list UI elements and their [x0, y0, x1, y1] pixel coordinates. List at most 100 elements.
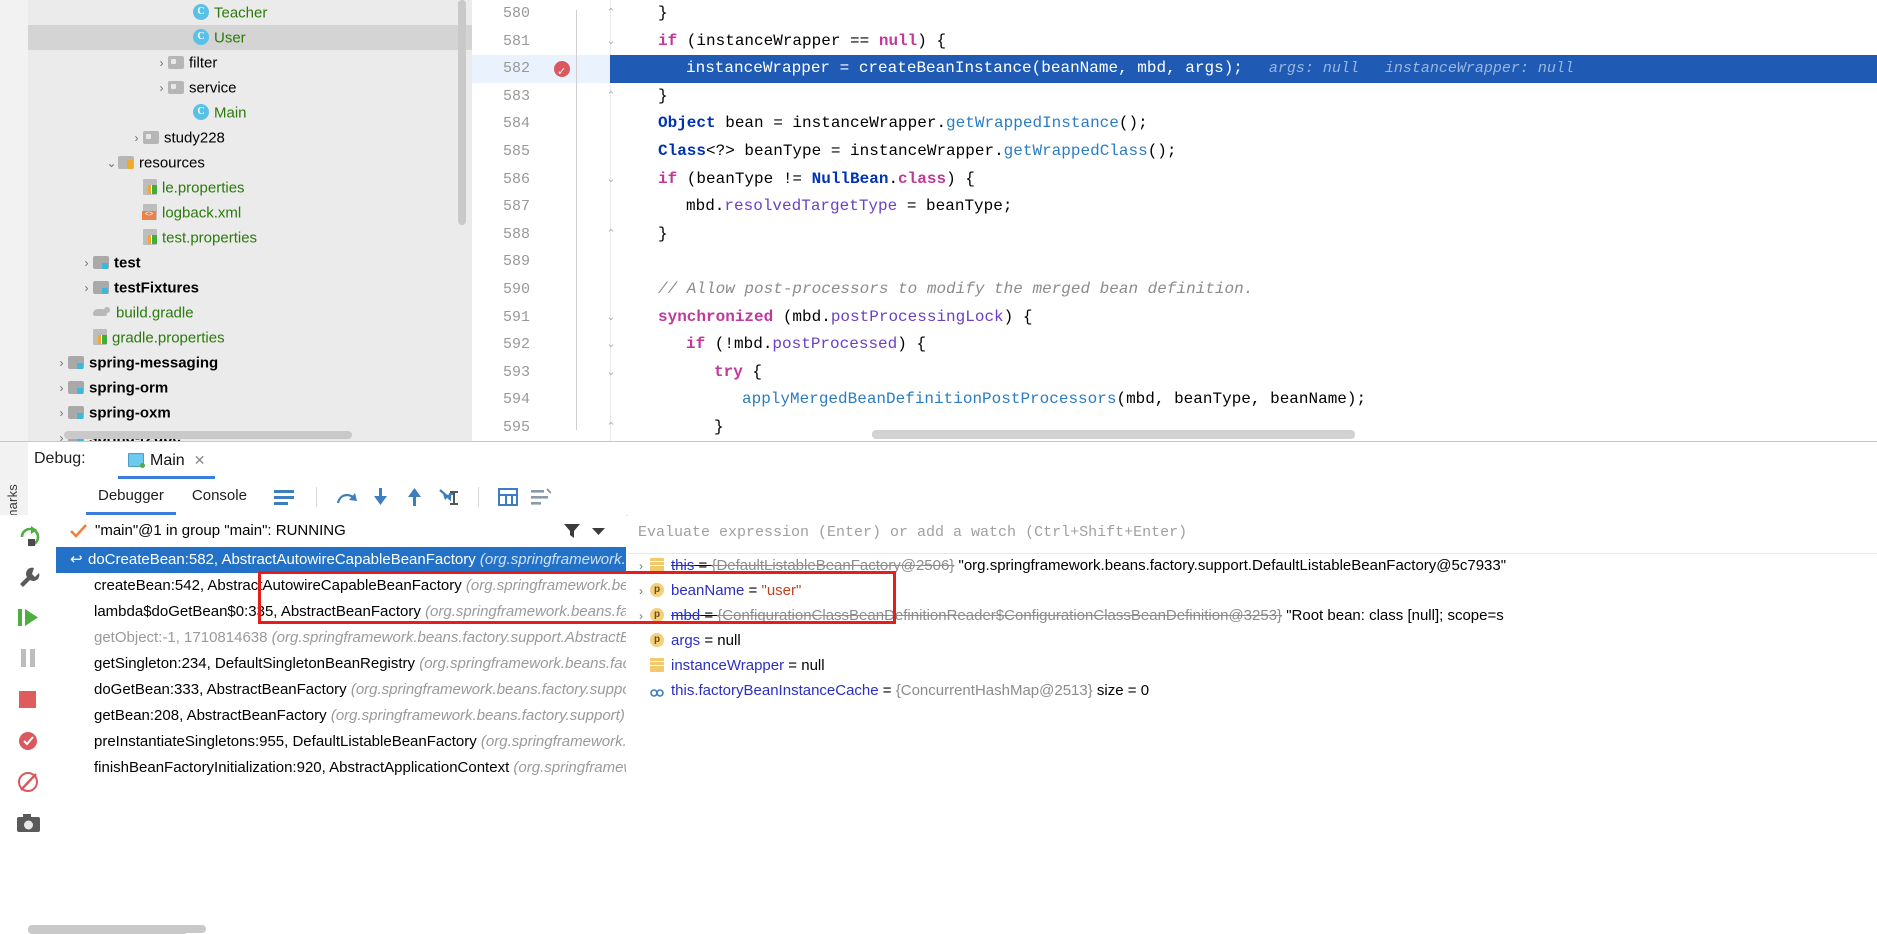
- tree-vertical-scrollbar[interactable]: [458, 0, 466, 225]
- tab-debugger[interactable]: Debugger: [84, 479, 178, 515]
- chevron-right-icon[interactable]: ›: [80, 276, 93, 301]
- stack-frame-row[interactable]: getBean:208, AbstractBeanFactory (org.sp…: [56, 703, 626, 729]
- variable-row[interactable]: instanceWrapper = null: [628, 653, 1877, 678]
- tree-item-study228[interactable]: › study228: [28, 125, 472, 150]
- stack-frame-row[interactable]: finishBeanFactoryInitialization:920, Abs…: [56, 755, 626, 781]
- step-into-icon[interactable]: [371, 487, 391, 507]
- screenshot-button[interactable]: [0, 802, 56, 843]
- step-out-icon[interactable]: [405, 487, 425, 507]
- tree-item-test[interactable]: › test: [28, 250, 472, 275]
- tree-item-build-gradle[interactable]: build.gradle: [28, 300, 472, 325]
- code-row[interactable]: instanceWrapper = createBeanInstance(bea…: [610, 55, 1877, 83]
- chevron-right-icon[interactable]: ›: [55, 351, 68, 376]
- code-row[interactable]: if (!mbd.postProcessed) {: [610, 331, 1877, 359]
- tree-item-gradle-properties[interactable]: gradle.properties: [28, 325, 472, 350]
- tree-item-filter[interactable]: › filter: [28, 50, 472, 75]
- stack-frame-row[interactable]: getSingleton:234, DefaultSingletonBeanRe…: [56, 651, 626, 677]
- mute-breakpoints-button[interactable]: [0, 761, 56, 802]
- breakpoint-icon[interactable]: [554, 59, 570, 87]
- tree-item-resources[interactable]: ⌄ resources: [28, 150, 472, 175]
- gutter-line[interactable]: 590: [472, 276, 610, 304]
- code-row[interactable]: }: [610, 221, 1877, 249]
- gutter-line[interactable]: 595 ⌃: [472, 414, 616, 441]
- chevron-down-icon[interactable]: [592, 528, 605, 536]
- project-tree[interactable]: C Teacher C User › filter › service C Main › study2…: [28, 0, 472, 441]
- tree-item-user[interactable]: C User: [28, 25, 472, 50]
- chevron-right-icon[interactable]: ›: [155, 76, 168, 101]
- stack-frame-row[interactable]: doGetBean:333, AbstractBeanFactory (org.…: [56, 677, 626, 703]
- code-row[interactable]: mbd.resolvedTargetType = beanType;: [610, 193, 1877, 221]
- settings-button[interactable]: [0, 556, 56, 597]
- layout-settings-icon[interactable]: [274, 488, 294, 506]
- filter-icon[interactable]: [564, 524, 580, 538]
- code-row[interactable]: [610, 248, 1877, 276]
- tree-item-spring-messaging[interactable]: › spring-messaging: [28, 350, 472, 375]
- pause-program-button[interactable]: [0, 638, 56, 679]
- gutter-line[interactable]: 585: [472, 138, 610, 166]
- code-row[interactable]: if (beanType != NullBean.class) {: [610, 166, 1877, 194]
- code-row[interactable]: applyMergedBeanDefinitionPostProcessors(…: [610, 386, 1877, 414]
- chevron-right-icon[interactable]: ›: [130, 126, 143, 151]
- view-breakpoints-button[interactable]: [0, 720, 56, 761]
- gutter-line[interactable]: 587: [472, 193, 610, 221]
- tree-item-testfixtures[interactable]: › testFixtures: [28, 275, 472, 300]
- code-row[interactable]: // Allow post-processors to modify the m…: [610, 276, 1877, 304]
- gutter-line[interactable]: 588 ⌃: [472, 221, 616, 249]
- code-row[interactable]: Class<?> beanType = instanceWrapper.getW…: [610, 138, 1877, 166]
- chevron-right-icon[interactable]: ›: [80, 251, 93, 276]
- gutter-line[interactable]: 582: [472, 55, 610, 87]
- chevron-right-icon[interactable]: ›: [55, 376, 68, 401]
- gutter-line[interactable]: 584: [472, 110, 610, 138]
- code-row[interactable]: if (instanceWrapper == null) {: [610, 28, 1877, 56]
- run-to-cursor-icon[interactable]: [438, 487, 460, 507]
- code-editor[interactable]: 580⌃581⌄ 582 583⌃ 584 585 586⌄ 587 588⌃ 589 590 59…: [472, 0, 1877, 441]
- gutter-line[interactable]: 591 ⌄: [472, 304, 616, 332]
- chevron-right-icon[interactable]: ›: [155, 51, 168, 76]
- rerun-button[interactable]: [0, 515, 56, 556]
- chevron-right-icon[interactable]: ›: [55, 401, 68, 426]
- stack-frame-row[interactable]: getObject:-1, 1710814638 (org.springfram…: [56, 625, 626, 651]
- code-row[interactable]: }: [610, 0, 1877, 28]
- evaluate-expression-icon[interactable]: [498, 487, 518, 507]
- gutter-line[interactable]: 583 ⌃: [472, 83, 616, 111]
- debug-session-tab[interactable]: Main ✕: [118, 446, 216, 479]
- gutter-line[interactable]: 592 ⌄: [472, 331, 616, 359]
- editor-gutter[interactable]: 580⌃581⌄ 582 583⌃ 584 585 586⌄ 587 588⌃ 589 590 59…: [472, 0, 616, 441]
- stack-frame-row[interactable]: ↩ doCreateBean:582, AbstractAutowireCapab…: [56, 547, 626, 573]
- resume-program-button[interactable]: [0, 597, 56, 638]
- tree-item-teacher[interactable]: C Teacher: [28, 0, 472, 25]
- tree-item-main[interactable]: C Main: [28, 100, 472, 125]
- thread-status-row[interactable]: "main"@1 in group "main": RUNNING: [56, 515, 626, 547]
- code-row[interactable]: }: [610, 83, 1877, 111]
- gutter-line[interactable]: 593 ⌄: [472, 359, 616, 387]
- evaluate-expression-input[interactable]: Evaluate expression (Enter) or add a wat…: [638, 524, 1187, 541]
- close-icon[interactable]: ✕: [194, 452, 206, 468]
- stop-button[interactable]: [0, 679, 56, 720]
- tree-horizontal-scrollbar[interactable]: [64, 431, 352, 439]
- editor-code-area[interactable]: } if (instanceWrapper == null) {instanceW…: [610, 0, 1877, 441]
- gutter-line[interactable]: 580 ⌃: [472, 0, 616, 28]
- mute-breakpoints-icon[interactable]: [531, 488, 551, 506]
- tree-item-spring-orm[interactable]: › spring-orm: [28, 375, 472, 400]
- step-over-icon[interactable]: [336, 487, 358, 507]
- editor-horizontal-scrollbar[interactable]: [872, 430, 1355, 439]
- tree-item-logback-xml[interactable]: logback.xml: [28, 200, 472, 225]
- gutter-line[interactable]: 581 ⌄: [472, 28, 616, 56]
- tree-item-spring-oxm[interactable]: › spring-oxm: [28, 400, 472, 425]
- tree-item-service[interactable]: › service: [28, 75, 472, 100]
- code-row[interactable]: synchronized (mbd.postProcessingLock) {: [610, 304, 1877, 332]
- variable-row[interactable]: this.factoryBeanInstanceCache = {Concurr…: [628, 678, 1877, 703]
- code-row[interactable]: Object bean = instanceWrapper.getWrapped…: [610, 110, 1877, 138]
- evaluate-expression-bar[interactable]: Evaluate expression (Enter) or add a wat…: [628, 515, 1877, 554]
- stack-frame-row[interactable]: preInstantiateSingletons:955, DefaultLis…: [56, 729, 626, 755]
- gutter-line[interactable]: 594: [472, 386, 610, 414]
- gutter-line[interactable]: 586 ⌄: [472, 166, 616, 194]
- tree-item-le-properties[interactable]: le.properties: [28, 175, 472, 200]
- properties-file-icon: [93, 329, 107, 346]
- code-row[interactable]: try {: [610, 359, 1877, 387]
- variable-row[interactable]: p args = null: [628, 628, 1877, 653]
- tab-console[interactable]: Console: [178, 479, 261, 515]
- chevron-down-icon[interactable]: ⌄: [105, 151, 118, 176]
- tree-item-test-properties[interactable]: test.properties: [28, 225, 472, 250]
- gutter-line[interactable]: 589: [472, 248, 610, 276]
